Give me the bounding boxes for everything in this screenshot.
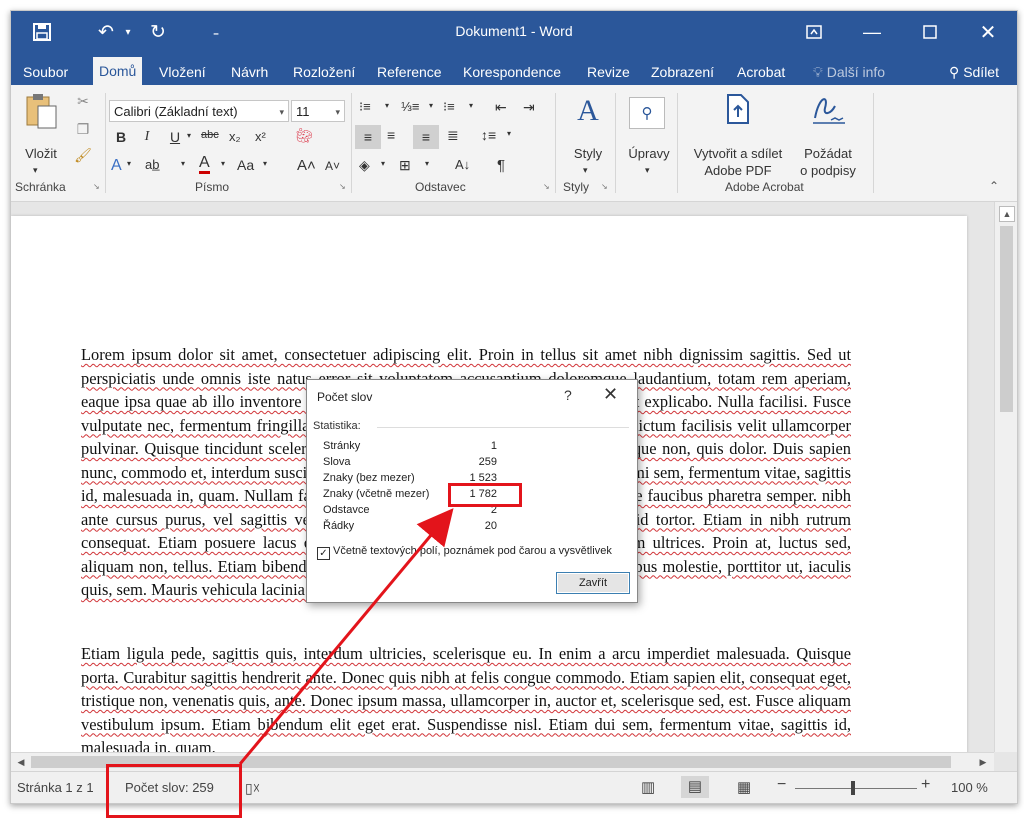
annotation-arrow [238, 508, 454, 765]
